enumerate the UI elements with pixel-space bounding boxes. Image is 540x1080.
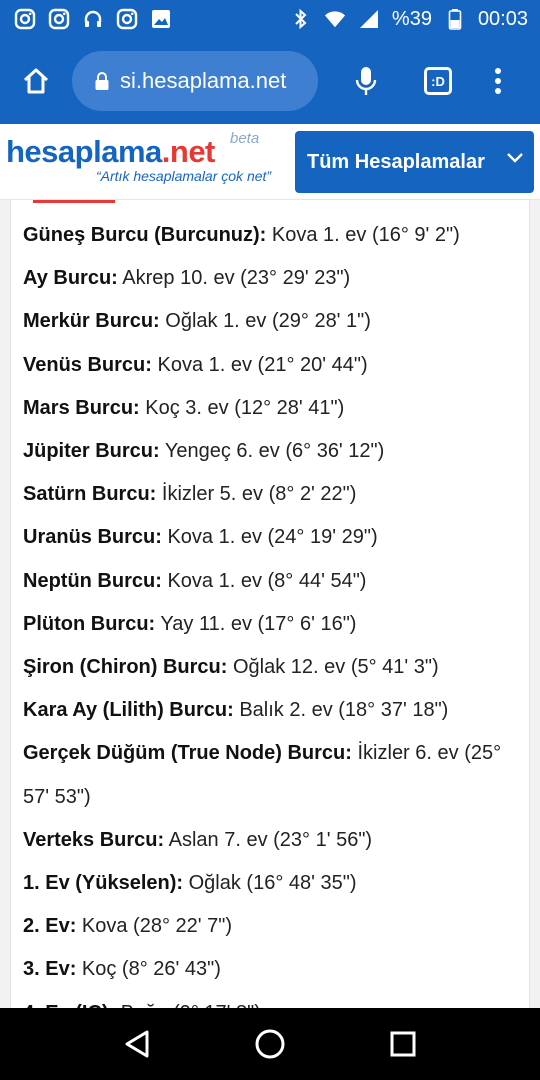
logo-tagline: “Artık hesaplamalar çok net” [96, 168, 272, 184]
instagram-icon [116, 8, 138, 30]
result-row: Plüton Burcu: Yay 11. ev (17° 6' 16") [23, 603, 519, 646]
result-row: Ay Burcu: Akrep 10. ev (23° 29' 23") [23, 257, 519, 300]
result-label: Satürn Burcu: [23, 483, 157, 506]
all-calculations-label: Tüm Hesaplamalar [307, 150, 485, 173]
result-row: Mars Burcu: Koç 3. ev (12° 28' 41") [23, 387, 519, 430]
result-row: Venüs Burcu: Kova 1. ev (21° 20' 44") [23, 344, 519, 387]
result-row: Şiron (Chiron) Burcu: Oğlak 12. ev (5° 4… [23, 646, 519, 689]
result-label: Neptün Burcu: [23, 569, 162, 592]
gallery-icon [150, 8, 172, 30]
back-triangle-icon [125, 1030, 149, 1058]
result-row: Neptün Burcu: Kova 1. ev (8° 44' 54") [23, 560, 519, 603]
result-row: 2. Ev: Kova (28° 22' 7") [23, 905, 519, 948]
result-label: Gerçek Düğüm (True Node) Burcu: [23, 742, 352, 765]
status-bar: %39 00:03 [0, 0, 540, 38]
page-content[interactable]: Güneş Burcu (Burcunuz): Kova 1. ev (16° … [0, 200, 540, 1008]
result-label: 3. Ev: [23, 958, 77, 981]
recents-square-icon [390, 1031, 416, 1057]
result-value: Kova (28° 22' 7") [76, 915, 233, 938]
home-button[interactable] [0, 38, 72, 124]
result-row: Jüpiter Burcu: Yengeç 6. ev (6° 36' 12") [23, 430, 519, 473]
result-value: Oğlak (16° 48' 35") [183, 872, 357, 895]
navigation-bar [0, 1008, 540, 1080]
home-nav-button[interactable] [242, 1016, 298, 1072]
instagram-icon [14, 8, 36, 30]
result-row: 4. Ev (IC): Boğa (9° 17' 8") [23, 992, 519, 1008]
more-vertical-icon [495, 68, 501, 94]
result-label: Uranüs Burcu: [23, 526, 162, 549]
tab-count: :D [424, 67, 452, 95]
result-row: 1. Ev (Yükselen): Oğlak (16° 48' 35") [23, 862, 519, 905]
site-logo[interactable]: hesaplama.net [6, 134, 215, 170]
result-value: Oğlak 1. ev (29° 28' 1") [159, 310, 371, 333]
logo-beta: beta [230, 130, 260, 147]
result-row: Güneş Burcu (Burcunuz): Kova 1. ev (16° … [23, 214, 519, 257]
site-header: hesaplama.net beta “Artık hesaplamalar ç… [0, 124, 540, 200]
browser-menu-button[interactable] [480, 38, 516, 124]
result-value: Akrep 10. ev (23° 29' 23") [117, 267, 351, 290]
wifi-icon [324, 8, 346, 30]
voice-search-button[interactable] [342, 38, 390, 124]
result-row: Satürn Burcu: İkizler 5. ev (8° 2' 22") [23, 473, 519, 516]
result-label: 2. Ev: [23, 915, 77, 938]
result-row: Uranüs Burcu: Kova 1. ev (24° 19' 29") [23, 516, 519, 559]
url-text: si.hesaplama.net [120, 68, 287, 93]
result-label: Venüs Burcu: [23, 353, 152, 376]
result-value: Kova 1. ev (21° 20' 44") [151, 353, 368, 376]
result-value: Kova 1. ev (24° 19' 29") [161, 526, 378, 549]
bluetooth-icon [290, 8, 312, 30]
browser-toolbar: si.hesaplama.net :D [0, 38, 540, 124]
result-value: Koç 3. ev (12° 28' 41") [139, 396, 345, 419]
recents-button[interactable] [375, 1016, 431, 1072]
home-circle-icon [255, 1029, 285, 1059]
result-value: Balık 2. ev (18° 37' 18") [233, 699, 449, 722]
battery-icon [444, 8, 466, 30]
all-calculations-button[interactable]: Tüm Hesaplamalar [295, 131, 534, 193]
logo-tld: .net [161, 134, 216, 169]
result-label: Ay Burcu: [23, 267, 118, 290]
result-value: Yay 11. ev (17° 6' 16") [155, 612, 357, 635]
result-row: Kara Ay (Lilith) Burcu: Balık 2. ev (18°… [23, 689, 519, 732]
result-label: Merkür Burcu: [23, 310, 160, 333]
result-value: Yengeç 6. ev (6° 36' 12") [159, 440, 385, 463]
result-row: Gerçek Düğüm (True Node) Burcu: İkizler … [23, 732, 519, 818]
result-value: Oğlak 12. ev (5° 41' 3") [227, 656, 439, 679]
result-label: Güneş Burcu (Burcunuz): [23, 224, 267, 246]
results-list: Güneş Burcu (Burcunuz): Kova 1. ev (16° … [23, 214, 519, 1008]
results-card: Güneş Burcu (Burcunuz): Kova 1. ev (16° … [10, 200, 530, 1008]
home-icon [23, 68, 49, 94]
address-bar[interactable]: si.hesaplama.net [72, 51, 318, 111]
back-button[interactable] [109, 1016, 165, 1072]
tab-switcher-button[interactable]: :D [414, 38, 462, 124]
clock: 00:03 [477, 7, 528, 30]
notification-icons [14, 8, 172, 30]
result-row: 3. Ev: Koç (8° 26' 43") [23, 948, 519, 991]
result-value: Aslan 7. ev (23° 1' 56") [164, 828, 373, 851]
lock-icon [95, 72, 109, 90]
instagram-icon [48, 8, 70, 30]
result-value: Kova 1. ev (16° 9' 2") [266, 224, 460, 246]
result-label: Kara Ay (Lilith) Burcu: [23, 699, 234, 722]
result-label: Jüpiter Burcu: [23, 440, 160, 463]
battery-percent: %39 [391, 7, 432, 30]
result-label: Şiron (Chiron) Burcu: [23, 656, 228, 679]
result-value: Kova 1. ev (8° 44' 54") [161, 569, 367, 592]
logo-main: hesaplama [6, 134, 162, 169]
result-label: Verteks Burcu: [23, 828, 165, 851]
section-underline [33, 200, 115, 203]
result-label: 1. Ev (Yükselen): [23, 872, 184, 895]
result-row: Merkür Burcu: Oğlak 1. ev (29° 28' 1") [23, 300, 519, 343]
chevron-down-icon [507, 153, 523, 163]
result-value: İkizler 5. ev (8° 2' 22") [156, 483, 357, 506]
result-value: Koç (8° 26' 43") [76, 958, 221, 981]
microphone-icon [355, 67, 377, 95]
system-status: %39 00:03 [290, 8, 528, 31]
headset-icon [82, 8, 104, 30]
result-label: Plüton Burcu: [23, 612, 156, 635]
result-label: Mars Burcu: [23, 396, 140, 419]
result-row: Verteks Burcu: Aslan 7. ev (23° 1' 56") [23, 819, 519, 862]
signal-icon [358, 8, 380, 30]
